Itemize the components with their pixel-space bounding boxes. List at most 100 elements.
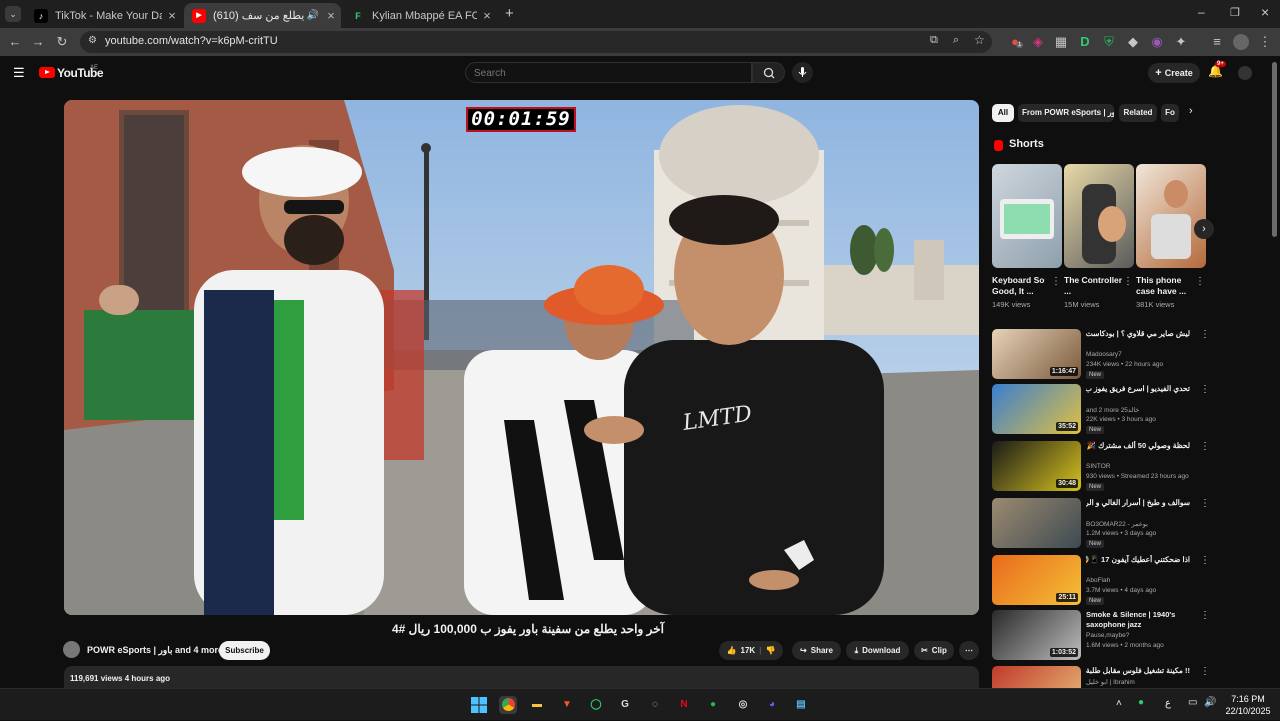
- extension-shield-icon[interactable]: ◈: [1030, 34, 1046, 50]
- shorts-next-button[interactable]: ›: [1194, 219, 1214, 239]
- extension-eye-icon[interactable]: ◉: [1149, 34, 1165, 50]
- url-text[interactable]: youtube.com/watch?v=k6pM-critTU: [105, 35, 278, 47]
- thumbs-up-icon[interactable]: 👍: [727, 646, 737, 655]
- short-item[interactable]: This phone case have ... 381K views ⋮: [1136, 164, 1206, 309]
- spotify-icon[interactable]: ●: [704, 696, 722, 714]
- video-channel[interactable]: Madoosary7: [1086, 351, 1194, 358]
- extension-d-icon[interactable]: D: [1077, 34, 1093, 50]
- video-channel[interactable]: and 2 more خالد25: [1086, 406, 1194, 414]
- video-player[interactable]: LMTD 00:01:59: [64, 100, 979, 615]
- extension-diamond-icon[interactable]: ◆: [1125, 34, 1141, 50]
- forward-icon[interactable]: →: [30, 34, 46, 50]
- speaker-icon[interactable]: 🔊: [307, 10, 319, 21]
- subscribe-button[interactable]: Subscribe: [219, 641, 270, 660]
- install-app-icon[interactable]: ⧉: [930, 34, 938, 47]
- video-thumbnail[interactable]: 30:48: [992, 441, 1081, 491]
- reading-list-icon[interactable]: ≡: [1209, 34, 1225, 50]
- short-title[interactable]: This phone case have ...: [1136, 275, 1196, 297]
- tab-tiktok[interactable]: ♪ TikTok - Make Your Day ×: [26, 3, 182, 28]
- short-thumbnail[interactable]: [1064, 164, 1134, 268]
- more-vertical-icon[interactable]: ⋮: [1200, 666, 1210, 677]
- description-box[interactable]: 119,691 views 4 hours ago: [64, 666, 979, 688]
- thumbs-down-icon[interactable]: 👎: [765, 646, 775, 655]
- short-thumbnail[interactable]: [992, 164, 1062, 268]
- video-thumbnail[interactable]: 1:03:52: [992, 610, 1081, 660]
- channel-avatar[interactable]: [63, 641, 80, 658]
- short-title[interactable]: The Controller ...: [1064, 275, 1124, 297]
- recommendation-item[interactable]: 1:03:52 Smoke & Silence | 1940's saxopho…: [992, 610, 1212, 662]
- video-thumbnail[interactable]: 35:52: [992, 384, 1081, 434]
- video-frame[interactable]: LMTD: [64, 100, 979, 615]
- volume-icon[interactable]: 🔊: [1204, 697, 1216, 708]
- short-title[interactable]: Keyboard So Good, It ...: [992, 275, 1052, 297]
- app-ring-icon[interactable]: ◌: [646, 696, 664, 714]
- back-icon[interactable]: ←: [7, 34, 23, 50]
- more-vertical-icon[interactable]: ⋮: [1123, 276, 1133, 287]
- clock[interactable]: 7:16 PM 22/10/2025: [1222, 693, 1274, 717]
- recommendation-item[interactable]: 25:11 اذا ضحكتني أعطيك آيفون 17 📱🤣 AboFl…: [992, 555, 1212, 607]
- account-avatar[interactable]: [1238, 66, 1252, 80]
- close-window-button[interactable]: ×: [1261, 4, 1269, 20]
- zoom-icon[interactable]: ⌕: [953, 34, 959, 47]
- extension-grid-icon[interactable]: ▦: [1053, 34, 1069, 50]
- profile-avatar[interactable]: [1233, 34, 1249, 50]
- extensions-puzzle-icon[interactable]: ✦: [1173, 34, 1189, 50]
- more-vertical-icon[interactable]: ⋮: [1051, 276, 1061, 287]
- more-vertical-icon[interactable]: ⋮: [1195, 276, 1205, 287]
- close-icon[interactable]: ×: [477, 8, 497, 23]
- tab-youtube[interactable]: ▶ (610) آخر واحد يطلع من سف 🔊 ×: [184, 3, 341, 28]
- download-button[interactable]: ⤓ Download: [846, 641, 909, 660]
- discord-icon[interactable]: ◕: [763, 696, 781, 714]
- chip-more[interactable]: Fo: [1161, 104, 1179, 122]
- video-thumbnail[interactable]: 1:16:47: [992, 329, 1081, 379]
- video-channel[interactable]: AboFlah: [1086, 577, 1194, 584]
- search-input[interactable]: [466, 64, 751, 83]
- video-title[interactable]: سوالف و طبخ | أسرار الغالي و الرهيب في ج…: [1086, 498, 1190, 508]
- short-thumbnail[interactable]: [1136, 164, 1206, 268]
- tab-search-button[interactable]: ⌄: [5, 6, 21, 22]
- chip-all[interactable]: All: [992, 104, 1014, 122]
- recommendation-item[interactable]: سوالف و طبخ | أسرار الغالي و الرهيب في ج…: [992, 498, 1212, 550]
- more-actions-button[interactable]: ⋯: [959, 641, 979, 660]
- search-button[interactable]: [752, 62, 785, 83]
- more-vertical-icon[interactable]: ⋮: [1200, 555, 1210, 566]
- windows-start-icon[interactable]: [470, 696, 488, 714]
- netflix-icon[interactable]: N: [675, 696, 693, 714]
- file-explorer-icon[interactable]: ▬: [528, 696, 546, 714]
- channel-name[interactable]: POWR eSports | باور and 4 more: [87, 645, 223, 656]
- bookmark-star-icon[interactable]: ☆: [974, 33, 985, 47]
- recommendation-item[interactable]: 1:16:47 ليش صاير مي قلاوي ؟ | بودكاست قل…: [992, 329, 1212, 381]
- notepad-icon[interactable]: ▤: [792, 696, 810, 714]
- short-item[interactable]: The Controller ... 15M views ⋮: [1064, 164, 1134, 309]
- steam-icon[interactable]: ◎: [734, 696, 752, 714]
- close-icon[interactable]: ×: [162, 8, 182, 23]
- chip-related[interactable]: Related: [1119, 104, 1157, 122]
- video-channel[interactable]: SINTOR: [1086, 463, 1194, 470]
- microphone-tray-icon[interactable]: ●: [1138, 697, 1144, 708]
- short-item[interactable]: Keyboard So Good, It ... 149K views ⋮: [992, 164, 1062, 309]
- voice-search-button[interactable]: [792, 62, 813, 83]
- clip-button[interactable]: ✂ Clip: [914, 641, 954, 660]
- input-language[interactable]: ع: [1165, 698, 1171, 709]
- video-title[interactable]: ليش صاير مي قلاوي ؟ | بودكاست قلاوي: [1086, 329, 1190, 339]
- more-vertical-icon[interactable]: ⋮: [1200, 329, 1210, 340]
- create-button[interactable]: + Create: [1148, 63, 1200, 83]
- search-field[interactable]: [465, 62, 752, 83]
- video-thumbnail[interactable]: [992, 498, 1081, 548]
- video-channel[interactable]: BO3OMAR22 - بوعمر: [1086, 520, 1194, 528]
- network-icon[interactable]: ▭: [1188, 697, 1197, 708]
- more-vertical-icon[interactable]: ⋮: [1200, 498, 1210, 509]
- recommendation-item[interactable]: 35:52 تحدي الفيديو | اسرع فريق يفوز ب500…: [992, 384, 1212, 436]
- copilot-icon[interactable]: G: [616, 696, 634, 714]
- video-title[interactable]: اذا ضحكتني أعطيك آيفون 17 📱🤣: [1086, 555, 1190, 565]
- address-bar[interactable]: ⚙ youtube.com/watch?v=k6pM-critTU ⧉ ⌕ ☆: [80, 31, 992, 53]
- chevron-right-icon[interactable]: ›: [1189, 105, 1193, 117]
- hamburger-menu-icon[interactable]: ☰: [13, 65, 25, 81]
- youtube-logo-icon[interactable]: [39, 67, 55, 78]
- extension-guard-icon[interactable]: ⛨: [1101, 34, 1117, 50]
- chip-from-channel[interactable]: From POWR eSports | باور: [1018, 104, 1114, 122]
- site-info-icon[interactable]: ⚙: [88, 35, 97, 46]
- restore-button[interactable]: ❐: [1230, 6, 1240, 19]
- new-tab-button[interactable]: +: [505, 5, 514, 22]
- reload-icon[interactable]: ↻: [54, 34, 70, 50]
